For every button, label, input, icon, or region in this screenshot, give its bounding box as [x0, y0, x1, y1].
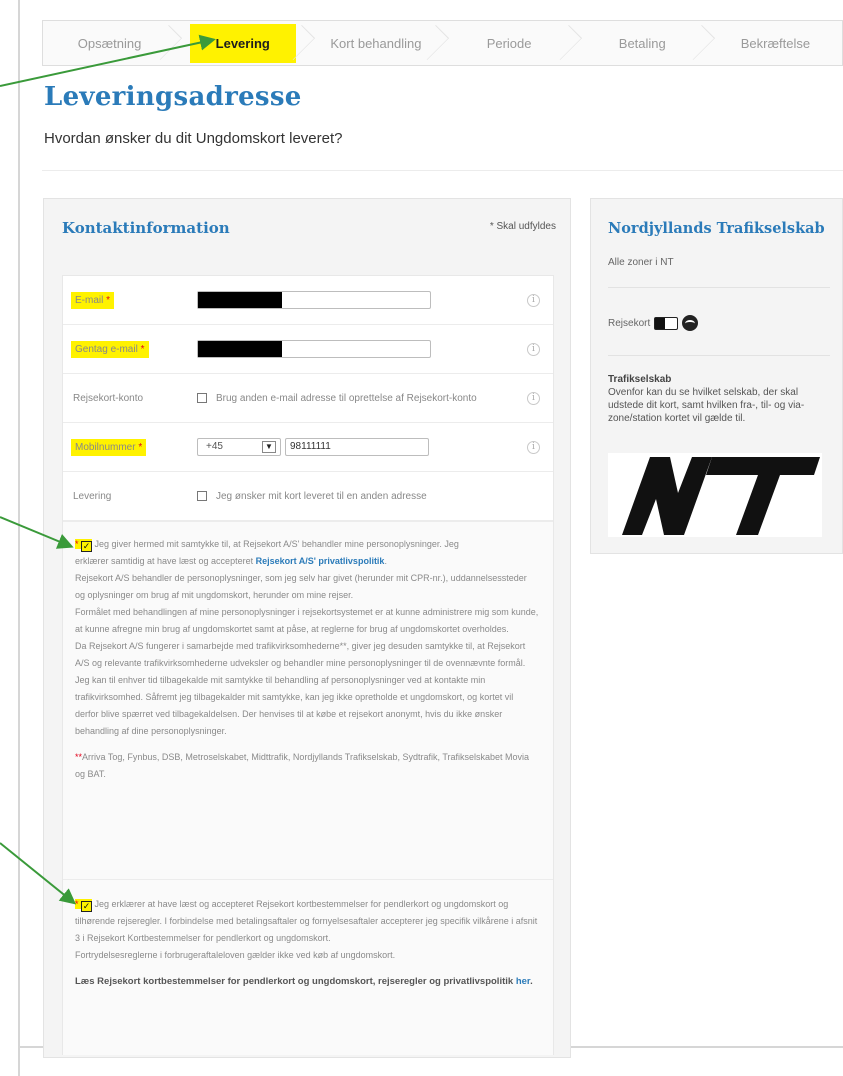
country-code-select[interactable]: +45 ▼: [197, 438, 281, 456]
card-icon: [654, 316, 679, 330]
repeat-email-label-text: Gentag e-mail: [75, 343, 138, 355]
terms-consent-checkbox[interactable]: ✓: [81, 901, 93, 912]
consent1-paragraph: Rejsekort A/S behandler de personoplysni…: [75, 573, 527, 600]
consent1-text: Jeg giver hermed mit samtykke til, at Re…: [94, 539, 459, 549]
consent1-paragraph: Jeg kan til enhver tid tilbagekalde mit …: [75, 675, 514, 736]
account-checkbox-group: Brug anden e-mail adresse til oprettelse…: [197, 393, 477, 404]
required-star: *: [75, 539, 79, 549]
redaction-bar: [198, 292, 282, 308]
nt-logo: [608, 453, 822, 537]
consent1-second-line: erklærer samtidig at have læst og accept…: [75, 556, 387, 566]
delivery-checkbox-label: Jeg ønsker mit kort leveret til en anden…: [216, 490, 427, 502]
info-icon[interactable]: i: [527, 342, 540, 356]
step-label: Kort behandling: [330, 35, 422, 51]
info-icon[interactable]: i: [527, 440, 540, 454]
mobile-label: Mobilnummer *: [71, 438, 147, 456]
chevron-down-icon: ▼: [262, 441, 276, 453]
delivery-row: Levering Jeg ønsker mit kort leveret til…: [63, 472, 553, 521]
consent1-paragraph: Da Rejsekort A/S fungerer i samarbejde m…: [75, 641, 526, 668]
zones-text: Alle zoner i NT: [608, 257, 674, 268]
progress-steps: Opsætning Levering Kort behandling Perio…: [42, 20, 843, 66]
left-page-border: [18, 0, 20, 1076]
step-label: Betaling: [618, 35, 666, 51]
consent2-first-line: * ✓ Jeg erklærer at have læst og accepte…: [75, 896, 539, 947]
contact-panel: Kontaktinformation * Skal udfyldes E-mai…: [43, 198, 571, 1058]
account-checkbox[interactable]: [197, 393, 207, 403]
terms-read-text: Læs Rejsekort kortbestemmelser for pendl…: [75, 976, 516, 987]
info-icon[interactable]: i: [527, 293, 540, 307]
required-note: * Skal udfyldes: [489, 221, 556, 232]
redaction-bar: [198, 341, 282, 357]
step-opsaetning[interactable]: Opsætning: [43, 21, 176, 65]
footnote: **Arriva Tog, Fynbus, DSB, Metroselskabe…: [75, 749, 539, 783]
consent1-paragraph: Formålet med behandlingen af mine person…: [75, 607, 539, 634]
email-input[interactable]: [197, 291, 431, 309]
delivery-checkbox[interactable]: [197, 491, 207, 501]
privacy-policy-link[interactable]: Rejsekort A/S' privatlivspolitik: [256, 556, 385, 566]
consent1-marker: * ✓: [75, 539, 93, 552]
divider: [42, 170, 843, 171]
rejsekort-row: Rejsekort: [608, 315, 699, 331]
delivery-label: Levering: [73, 490, 112, 502]
step-bekraeftelse[interactable]: Bekræftelse: [709, 21, 842, 65]
page-subtitle: Hvordan ønsker du dit Ungdomskort levere…: [44, 130, 343, 147]
divider: [608, 355, 830, 356]
footnote-mark: **: [75, 752, 83, 762]
email-row: E-mail * i: [63, 276, 553, 325]
privacy-consent-block: * ✓ Jeg giver hermed mit samtykke til, a…: [63, 521, 553, 879]
rejsekort-label: Rejsekort: [608, 317, 651, 329]
step-kort-behandling[interactable]: Kort behandling: [309, 21, 442, 65]
required-star: *: [140, 343, 145, 355]
mobile-row: Mobilnummer * +45 ▼ 98111111 i: [63, 423, 553, 472]
step-betaling[interactable]: Betaling: [576, 21, 709, 65]
email-label-text: E-mail: [75, 294, 104, 306]
info-icon[interactable]: i: [527, 391, 540, 405]
terms-link[interactable]: her: [516, 976, 530, 987]
required-star: *: [138, 441, 143, 453]
consent2-paragraph: Fortrydelsesreglerne i forbrugeraftalelo…: [75, 950, 396, 960]
required-star: *: [75, 899, 79, 909]
required-star: *: [106, 294, 111, 306]
footnote-text: Arriva Tog, Fynbus, DSB, Metroselskabet,…: [75, 752, 530, 779]
delivery-checkbox-group: Jeg ønsker mit kort leveret til en anden…: [197, 491, 427, 502]
email-label: E-mail *: [71, 291, 115, 309]
contact-title: Kontaktinformation: [62, 219, 230, 237]
step-levering[interactable]: Levering: [176, 21, 309, 65]
step-label-active: Levering: [189, 23, 296, 63]
account-row: Rejsekort-konto Brug anden e-mail adress…: [63, 374, 553, 423]
repeat-email-input[interactable]: [197, 340, 431, 358]
consent1-first-line: * ✓ Jeg giver hermed mit samtykke til, a…: [75, 536, 539, 553]
mobile-input[interactable]: 98111111: [285, 438, 429, 456]
step-label: Bekræftelse: [740, 35, 811, 51]
consent2-marker: * ✓: [75, 899, 93, 912]
mobile-label-text: Mobilnummer: [75, 441, 136, 453]
step-label: Periode: [486, 35, 532, 51]
trafikselskab-info: Trafikselskab Ovenfor kan du se hvilket …: [608, 373, 830, 425]
step-periode[interactable]: Periode: [443, 21, 576, 65]
trafikselskab-text: Ovenfor kan du se hvilket selskab, der s…: [608, 387, 805, 424]
consent2-text: Jeg erklærer at have læst og accepteret …: [75, 899, 538, 943]
operator-panel: Nordjyllands Trafikselskab Alle zoner i …: [590, 198, 843, 554]
privacy-consent-checkbox[interactable]: ✓: [81, 541, 93, 552]
trafikselskab-heading: Trafikselskab: [608, 374, 672, 385]
page-title: Leveringsadresse: [44, 82, 302, 112]
rejsekort-logo-icon: [682, 315, 699, 331]
country-code-value: +45: [206, 441, 223, 452]
account-label: Rejsekort-konto: [73, 392, 144, 404]
operator-title: Nordjyllands Trafikselskab: [608, 220, 825, 237]
step-label: Opsætning: [77, 35, 142, 51]
contact-form: E-mail * i Gentag e-mail * i Rejsekort-k…: [62, 275, 554, 1055]
account-checkbox-label: Brug anden e-mail adresse til oprettelse…: [216, 392, 477, 404]
divider: [608, 287, 830, 288]
terms-consent-block: * ✓ Jeg erklærer at have læst og accepte…: [63, 879, 553, 1055]
terms-read-line: Læs Rejsekort kortbestemmelser for pendl…: [75, 976, 533, 987]
repeat-email-row: Gentag e-mail * i: [63, 325, 553, 374]
repeat-email-label: Gentag e-mail *: [71, 340, 149, 358]
consent1-text-2: erklærer samtidig at have læst og accept…: [75, 556, 256, 566]
